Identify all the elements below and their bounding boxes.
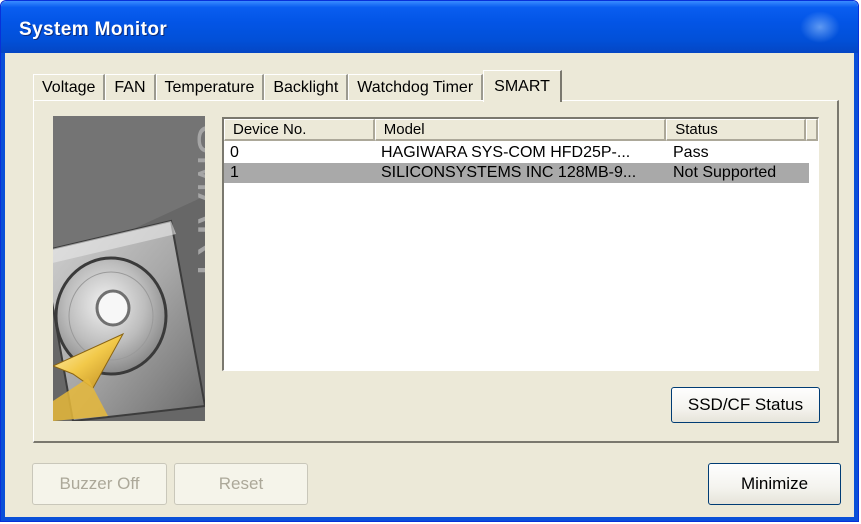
tab-voltage[interactable]: Voltage (33, 74, 106, 101)
column-header-device-no[interactable]: Device No. (224, 119, 375, 141)
column-header-model[interactable]: Model (374, 119, 667, 141)
reset-button[interactable]: Reset (174, 463, 308, 505)
model-cell: HAGIWARA SYS-COM HFD25P-... (381, 144, 631, 161)
tab-smart[interactable]: SMART (483, 70, 562, 102)
title-bar-glow (800, 11, 840, 43)
tab-watchdog-timer[interactable]: Watchdog Timer (348, 74, 484, 101)
column-header-status[interactable]: Status (666, 119, 807, 141)
minimize-button[interactable]: Minimize (708, 463, 841, 505)
window-border-bottom (1, 517, 858, 521)
tab-temperature[interactable]: Temperature (155, 74, 265, 101)
device-no-cell: 1 (230, 164, 239, 181)
ssd-cf-status-button[interactable]: SSD/CF Status (671, 387, 820, 423)
smart-watermark-text: SMART (188, 124, 205, 284)
smart-device-list[interactable]: Device No. Model Status 0 HAGIWARA SYS-C… (222, 117, 819, 371)
hard-disk-icon: SMART (53, 116, 205, 421)
window-border-left (1, 53, 5, 521)
system-monitor-window: System Monitor Voltage FAN Temperature B… (0, 0, 859, 522)
device-no-cell: 0 (230, 144, 239, 161)
window-border-right (854, 53, 858, 521)
table-row-selected[interactable]: 1 SILICONSYSTEMS INC 128MB-9... Not Supp… (224, 163, 809, 183)
tab-backlight[interactable]: Backlight (264, 74, 349, 101)
table-row[interactable]: 0 HAGIWARA SYS-COM HFD25P-... Pass (224, 143, 809, 163)
model-cell: SILICONSYSTEMS INC 128MB-9... (381, 164, 637, 181)
window-title: System Monitor (19, 19, 168, 40)
status-cell: Pass (673, 144, 709, 161)
tab-fan[interactable]: FAN (105, 74, 156, 101)
status-cell: Not Supported (673, 164, 777, 181)
title-bar[interactable]: System Monitor (1, 1, 858, 53)
buzzer-off-button[interactable]: Buzzer Off (32, 463, 167, 505)
smart-disk-illustration: SMART (53, 116, 205, 421)
tab-strip: Voltage FAN Temperature Backlight Watchd… (33, 69, 562, 102)
list-header: Device No. Model Status (224, 119, 818, 141)
column-header-filler (806, 119, 818, 141)
